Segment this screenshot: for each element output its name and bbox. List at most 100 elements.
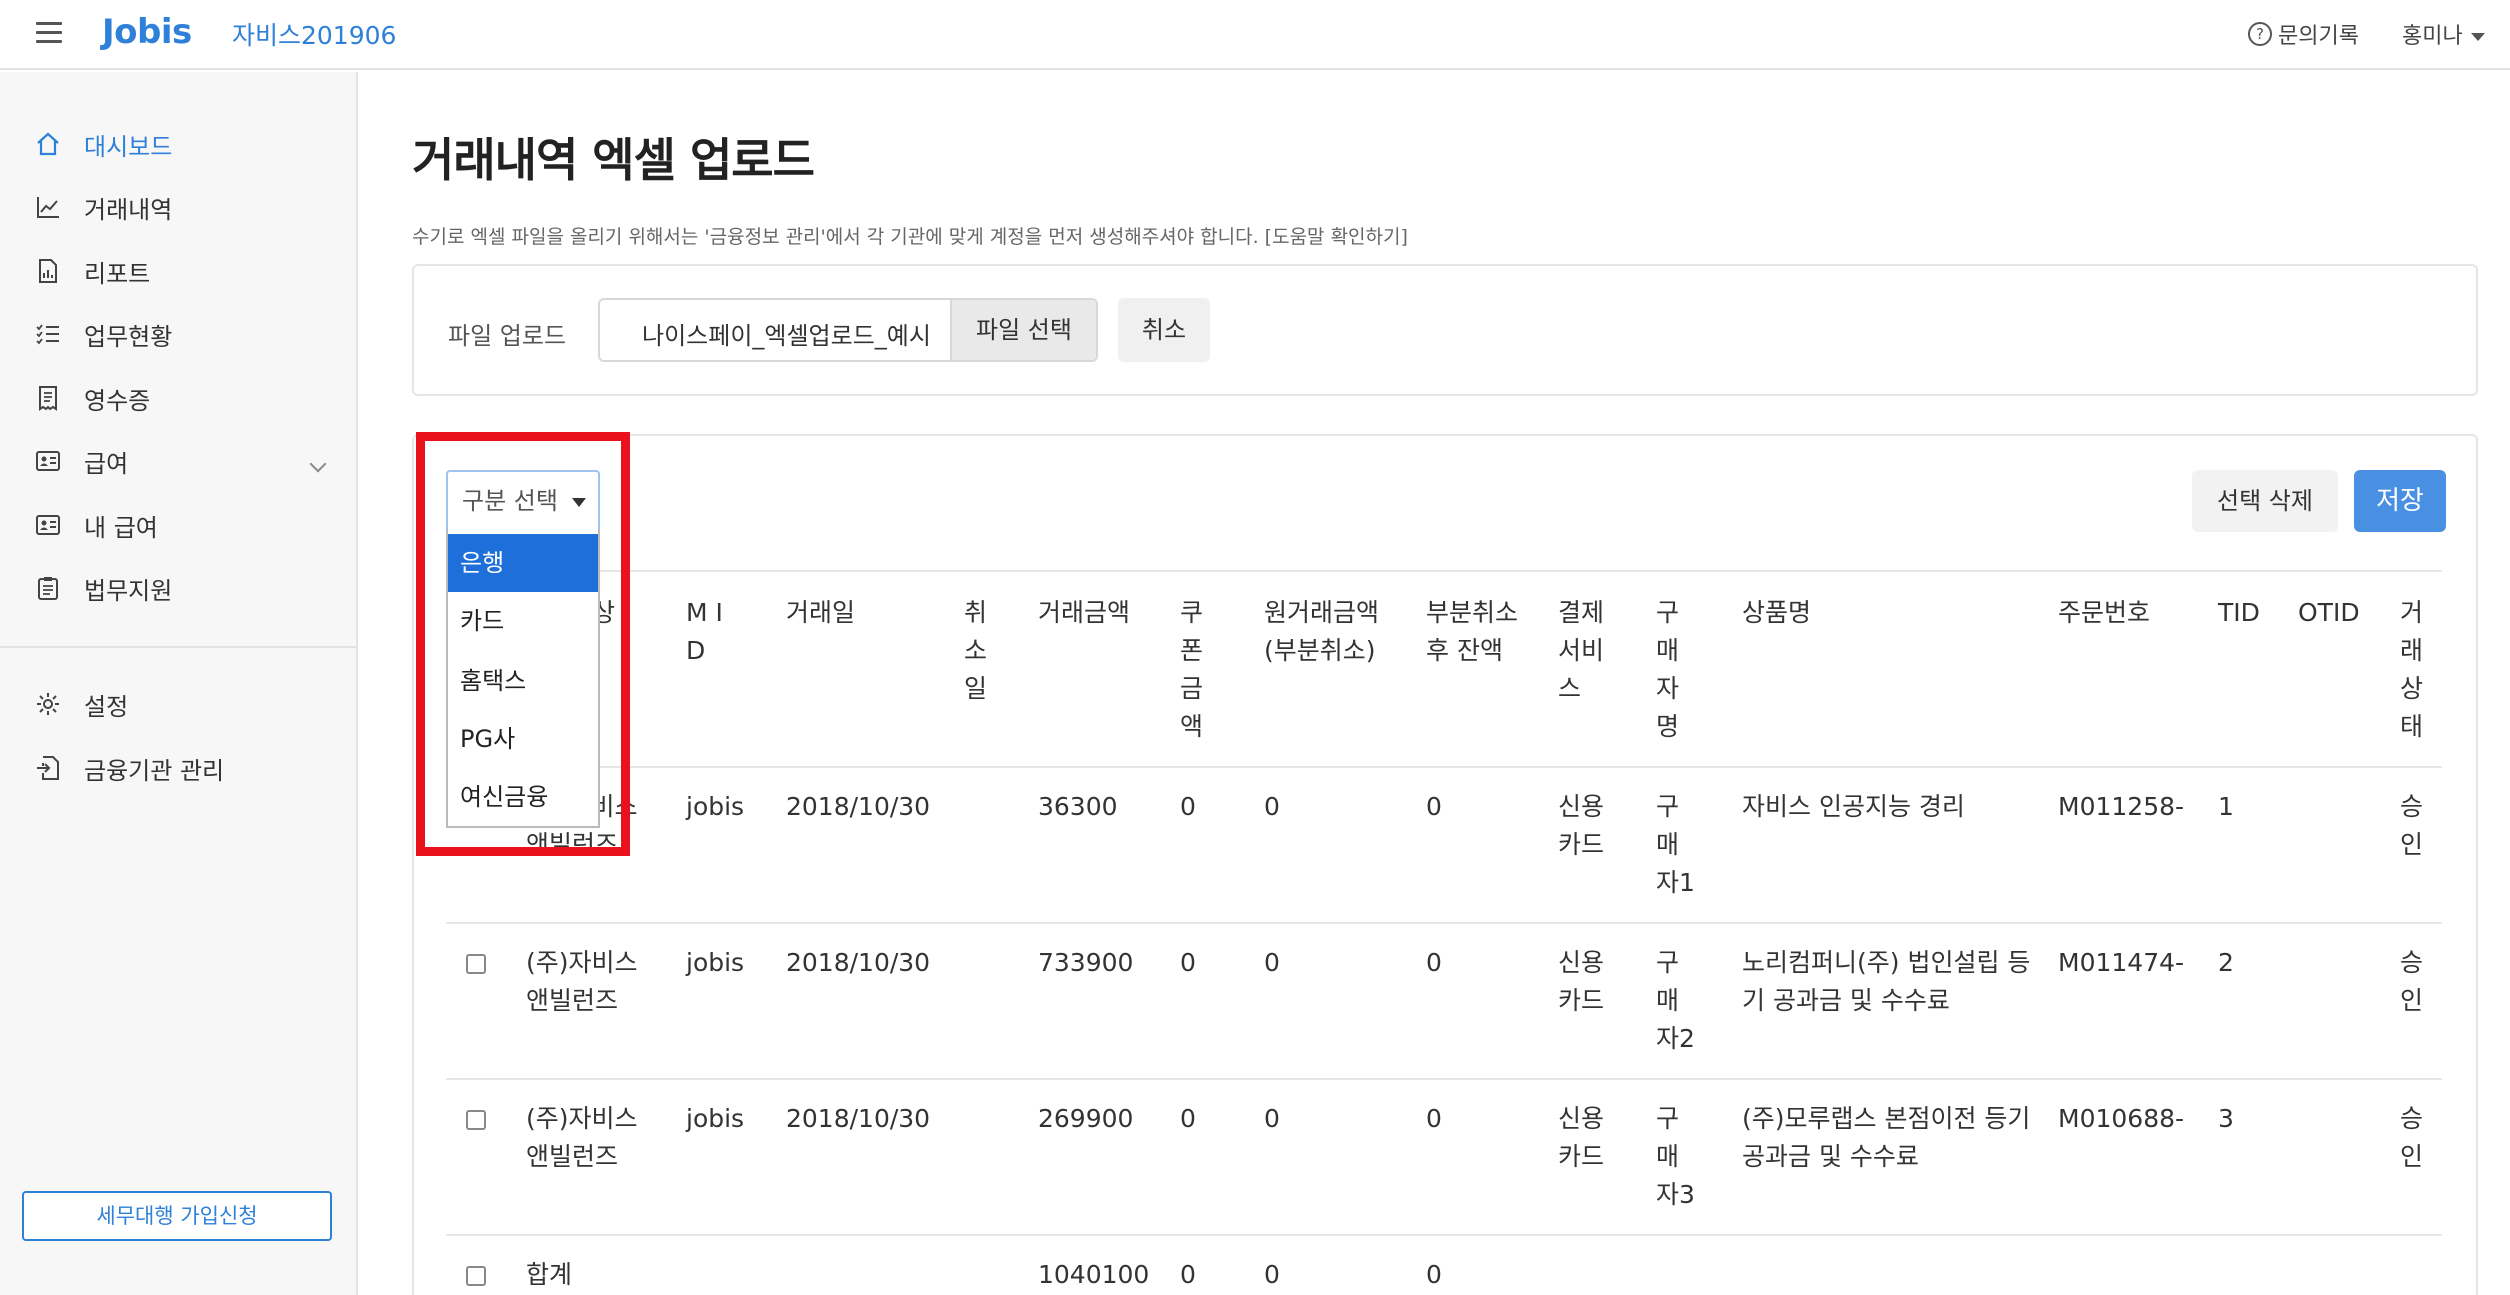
- cell-tid: 1: [2218, 792, 2234, 821]
- sidebar-item-label: 대시보드: [84, 132, 173, 161]
- user-name: 홍미나: [2402, 24, 2463, 49]
- sidebar-item-label: 설정: [84, 692, 129, 721]
- table-divider: [446, 1234, 2442, 1236]
- sidebar-item-label: 업무현황: [84, 322, 173, 351]
- sidebar-item-payroll[interactable]: 급여: [34, 441, 128, 481]
- chart-line-icon: [34, 193, 62, 221]
- delete-selected-button[interactable]: 선택 삭제: [2192, 470, 2338, 532]
- cell-status: 승인: [2400, 792, 2424, 859]
- chevron-down-icon[interactable]: [309, 455, 327, 473]
- question-circle-icon: ?: [2248, 22, 2272, 46]
- cell-mid: jobis: [686, 1104, 745, 1133]
- row-checkbox[interactable]: [466, 1266, 486, 1286]
- header-coupon: 쿠폰금액: [1180, 598, 1204, 741]
- cell-merchant: (주)자비스 앤빌런즈: [526, 1104, 638, 1171]
- header-orig-amount: 원거래금액(부분취소): [1264, 598, 1380, 665]
- cell-order-no: M010688-: [2058, 1104, 2185, 1133]
- row-checkbox[interactable]: [466, 954, 486, 974]
- cancel-upload-button[interactable]: 취소: [1118, 298, 1210, 362]
- cell-pay-service: 신용 카드: [1558, 1104, 1605, 1171]
- table-divider: [446, 570, 2442, 572]
- inquiry-label: 문의기록: [2278, 24, 2359, 49]
- sidebar-item-transactions[interactable]: 거래내역: [34, 187, 172, 227]
- cell-product: 자비스 인공지능 경리: [1742, 792, 1965, 821]
- header-status: 거래상태: [2400, 598, 2424, 741]
- tax-service-signup-button[interactable]: 세무대행 가입신청: [22, 1191, 332, 1241]
- sidebar-item-legal[interactable]: 법무지원: [34, 568, 172, 608]
- cell-orig-amount: 0: [1264, 948, 1280, 977]
- total-coupon: 0: [1180, 1260, 1196, 1289]
- cell-remain: 0: [1426, 1104, 1442, 1133]
- cell-product: (주)모루랩스 본점이전 등기 공과금 및 수수료: [1742, 1104, 2031, 1171]
- sidebar-item-financial-institutions[interactable]: 금융기관 관리: [34, 748, 224, 788]
- cell-buyer: 구매자1: [1656, 792, 1695, 897]
- sidebar-divider: [0, 646, 356, 648]
- row-checkbox[interactable]: [466, 1110, 486, 1130]
- header-remain: 부분취소 후 잔액: [1426, 598, 1519, 665]
- sidebar-item-label: 리포트: [84, 259, 151, 288]
- cell-coupon: 0: [1180, 948, 1196, 977]
- home-icon: [34, 130, 62, 158]
- table-divider: [446, 766, 2442, 768]
- company-name[interactable]: 자비스201906: [232, 16, 396, 52]
- cell-pay-service: 신용 카드: [1558, 792, 1605, 859]
- gear-icon: [34, 690, 62, 718]
- sidebar-item-my-payroll[interactable]: 내 급여: [34, 505, 158, 545]
- header-cancel-date: 취소일: [964, 598, 988, 703]
- sidebar-item-settings[interactable]: 설정: [34, 684, 128, 724]
- logo[interactable]: Jobis: [102, 12, 192, 52]
- cell-remain: 0: [1426, 792, 1442, 821]
- sidebar-item-tasks[interactable]: 업무현황: [34, 314, 172, 354]
- choose-file-button[interactable]: 파일 선택: [950, 300, 1096, 360]
- id-card-icon: [34, 447, 62, 475]
- cell-remain: 0: [1426, 948, 1442, 977]
- header-order-no: 주문번호: [2058, 598, 2151, 627]
- header-mid: M I D: [686, 598, 723, 665]
- clipboard-icon: [34, 574, 62, 602]
- upload-panel: 파일 업로드 나이스페이_엑셀업로드_예시 파일 선택 취소: [412, 264, 2478, 396]
- cell-amount: 36300: [1038, 792, 1118, 821]
- header-amount: 거래금액: [1038, 598, 1131, 627]
- save-button[interactable]: 저장: [2354, 470, 2446, 532]
- receipt-icon: [34, 384, 62, 412]
- total-label: 합계: [526, 1260, 573, 1289]
- cell-tid: 3: [2218, 1104, 2234, 1133]
- inquiry-link[interactable]: ? 문의기록: [2248, 18, 2359, 50]
- transactions-panel: [412, 434, 2478, 1295]
- table-divider: [446, 1078, 2442, 1080]
- sidebar-item-receipt[interactable]: 영수증: [34, 378, 150, 418]
- file-import-icon: [34, 754, 62, 782]
- report-file-icon: [34, 257, 62, 285]
- sidebar-item-dashboard[interactable]: 대시보드: [34, 124, 172, 164]
- sidebar-item-label: 금융기관 관리: [84, 756, 225, 785]
- header-otid: OTID: [2298, 598, 2360, 627]
- header-tid: TID: [2218, 598, 2260, 627]
- user-menu[interactable]: 홍미나: [2402, 18, 2485, 50]
- cell-orig-amount: 0: [1264, 792, 1280, 821]
- notice-text: 수기로 엑셀 파일을 올리기 위해서는 '금융정보 관리'에서 각 기관에 맞게…: [412, 226, 1408, 248]
- cell-orig-amount: 0: [1264, 1104, 1280, 1133]
- cell-amount: 269900: [1038, 1104, 1134, 1133]
- file-input[interactable]: 나이스페이_엑셀업로드_예시 파일 선택: [598, 298, 1098, 362]
- total-remain: 0: [1426, 1260, 1442, 1289]
- sidebar-item-label: 내 급여: [84, 513, 158, 542]
- header-buyer: 구매자명: [1656, 598, 1680, 741]
- file-name: 나이스페이_엑셀업로드_예시: [642, 322, 931, 350]
- cell-tid: 2: [2218, 948, 2234, 977]
- cell-mid: jobis: [686, 948, 745, 977]
- checklist-icon: [34, 320, 62, 348]
- cell-status: 승인: [2400, 1104, 2424, 1171]
- cell-merchant: (주)자비스 앤빌런즈: [526, 948, 638, 1015]
- sidebar: 대시보드 거래내역 리포트 업무현황 영수증 급여 내 급여 법무지원 설정 금…: [0, 72, 358, 1295]
- annotation-highlight-box: [416, 432, 630, 856]
- cell-amount: 733900: [1038, 948, 1134, 977]
- cell-date: 2018/10/30: [786, 792, 931, 821]
- hamburger-menu-icon[interactable]: [36, 22, 62, 44]
- total-amount: 1040100: [1038, 1260, 1150, 1289]
- header-date: 거래일: [786, 598, 856, 627]
- cell-pay-service: 신용 카드: [1558, 948, 1605, 1015]
- caret-down-icon: [2470, 33, 2485, 41]
- top-bar: Jobis 자비스201906 ? 문의기록 홍미나: [0, 0, 2510, 70]
- sidebar-item-report[interactable]: 리포트: [34, 251, 150, 291]
- cell-buyer: 구매자2: [1656, 948, 1695, 1053]
